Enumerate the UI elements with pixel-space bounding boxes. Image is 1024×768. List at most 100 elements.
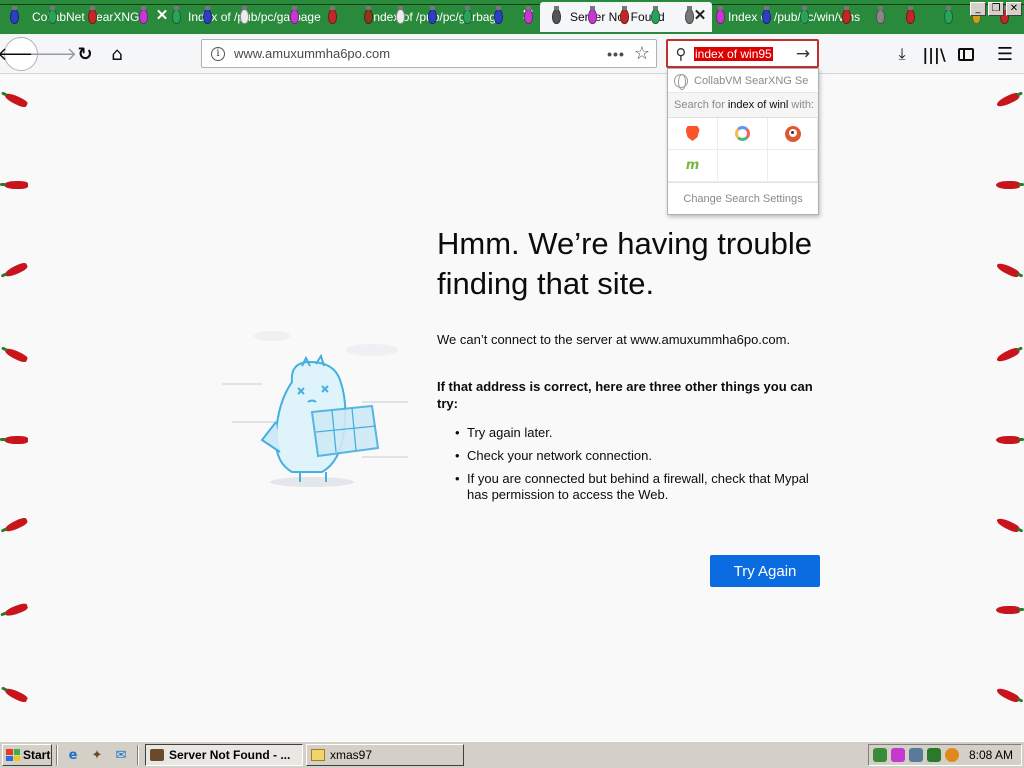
christmas-light-icon: [876, 6, 885, 24]
taskbar-item-label: Server Not Found - ...: [169, 748, 291, 762]
taskbar-item-server-not-found[interactable]: Server Not Found - ...: [145, 744, 303, 766]
clock: 8:08 AM: [968, 748, 1013, 762]
chili-pepper-icon: [996, 436, 1024, 444]
qwant-icon: [735, 126, 750, 141]
search-input[interactable]: index of win95: [694, 46, 773, 61]
christmas-light-icon: [240, 6, 249, 24]
close-tab-icon[interactable]: ✕: [692, 8, 708, 24]
close-tab-icon[interactable]: ✕: [154, 8, 170, 24]
error-description: We can’t connect to the server at www.am…: [437, 332, 791, 347]
search-suggestion-row[interactable]: CollabVM SearXNG Se: [668, 69, 818, 93]
chili-pepper-icon: [995, 91, 1021, 109]
search-icon[interactable]: ⚲: [668, 45, 694, 63]
system-tray: 8:08 AM: [868, 744, 1022, 766]
mojeek-search-button[interactable]: m: [668, 150, 718, 182]
chili-pepper-icon: [995, 346, 1021, 364]
window-controls: _ ❐ ✕: [970, 2, 1022, 16]
tab-strip: CollabNet SearXNG ✕ Index of /pub/pc/gar…: [0, 0, 1024, 34]
suggestion-list: Try again later. Check your network conn…: [455, 425, 830, 510]
christmas-light-icon: [762, 6, 771, 24]
search-go-icon[interactable]: →: [789, 44, 817, 64]
tab-index-garbage-2[interactable]: Index of /pub/pc/garbage ✕: [354, 2, 536, 32]
start-button[interactable]: Start: [2, 744, 52, 766]
christmas-light-icon: [685, 6, 694, 24]
chili-pepper-icon: [3, 91, 29, 109]
page-actions-icon[interactable]: •••: [604, 46, 628, 62]
qwant-search-button[interactable]: [718, 118, 768, 150]
chili-pepper-icon: [3, 516, 29, 534]
christmas-light-icon: [651, 6, 660, 24]
tray-holly-icon[interactable]: [927, 748, 941, 762]
windows-logo-icon: [6, 749, 20, 761]
christmas-light-icon: [716, 6, 725, 24]
chili-pepper-icon: [995, 261, 1021, 279]
duckduckgo-search-button[interactable]: [768, 118, 818, 150]
list-item: If you are connected but behind a firewa…: [455, 471, 830, 503]
christmas-light-icon: [203, 6, 212, 24]
url-bar[interactable]: i www.amuxummha6po.com ••• ☆: [201, 39, 657, 68]
url-input[interactable]: www.amuxummha6po.com: [234, 46, 604, 61]
sidebar-toggle-button[interactable]: [951, 39, 981, 69]
chili-pepper-icon: [3, 346, 29, 364]
tray-magnifier-icon[interactable]: [945, 748, 959, 762]
christmas-light-icon: [552, 6, 561, 24]
mojeek-icon: m: [685, 158, 700, 173]
chili-pepper-icon: [995, 516, 1021, 534]
close-window-button[interactable]: ✕: [1006, 2, 1022, 16]
christmas-light-icon: [906, 6, 915, 24]
reload-button[interactable]: ↻: [70, 39, 100, 69]
bookmark-star-icon[interactable]: ☆: [628, 43, 656, 64]
search-bar[interactable]: ⚲ index of win95 →: [666, 39, 819, 68]
list-item: Try again later.: [455, 425, 830, 441]
taskbar-item-xmas97[interactable]: xmas97: [306, 744, 464, 766]
chili-pepper-icon: [3, 602, 29, 618]
empty-engine-slot: [768, 150, 818, 182]
minimize-button[interactable]: _: [970, 2, 986, 16]
taskbar-item-label: xmas97: [330, 748, 373, 762]
tab-index-garbage-1[interactable]: Index of /pub/pc/garbage: [174, 2, 350, 32]
taskbar-divider: [56, 745, 58, 765]
library-icon[interactable]: |||\: [919, 39, 949, 69]
restore-button[interactable]: ❐: [988, 2, 1004, 16]
christmas-light-icon: [944, 6, 953, 24]
downloads-icon[interactable]: ⤓: [887, 39, 917, 69]
try-again-button[interactable]: Try Again: [710, 555, 820, 587]
chili-pepper-icon: [996, 181, 1024, 189]
browser-window-icon: [150, 749, 164, 761]
tab-label: CollabNet SearXNG: [32, 10, 140, 24]
forward-button[interactable]: 🡒: [29, 39, 77, 69]
brave-icon: [685, 126, 700, 141]
taskbar-divider: [137, 745, 139, 765]
tray-tree-icon[interactable]: [873, 748, 887, 762]
chili-pepper-icon: [3, 686, 29, 704]
christmas-light-icon: [463, 6, 472, 24]
christmas-light-icon: [396, 6, 405, 24]
search-suggestions-popup: CollabVM SearXNG Se Search for index of …: [667, 68, 819, 215]
error-title: Hmm. We’re having trouble finding that s…: [437, 226, 813, 301]
internet-explorer-icon[interactable]: e: [64, 746, 82, 764]
tray-ornament-icon[interactable]: [891, 748, 905, 762]
home-button[interactable]: ⌂: [102, 39, 132, 69]
christmas-light-icon: [620, 6, 629, 24]
windows-taskbar: Start e ✦ ✉ Server Not Found - ... xmas9…: [0, 741, 1024, 768]
change-search-settings-button[interactable]: Change Search Settings: [668, 183, 818, 216]
chili-pepper-icon: [0, 436, 28, 444]
chili-pepper-icon: [996, 606, 1024, 614]
christmas-light-icon: [428, 6, 437, 24]
search-for-label: Search for index of winl with:: [668, 93, 818, 117]
navigation-toolbar: 🡐 🡒 ↻ ⌂ i www.amuxummha6po.com ••• ☆ ⚲ i…: [0, 34, 1024, 74]
christmas-light-icon: [524, 6, 533, 24]
tray-network-icon[interactable]: [909, 748, 923, 762]
folder-icon: [311, 749, 325, 761]
browser-shortcut-icon[interactable]: ✦: [88, 746, 106, 764]
brave-search-button[interactable]: [668, 118, 718, 150]
christmas-light-icon: [328, 6, 337, 24]
duckduckgo-icon: [784, 125, 801, 142]
christmas-light-icon: [172, 6, 181, 24]
hamburger-menu-icon[interactable]: ☰: [990, 39, 1020, 69]
christmas-light-icon: [10, 6, 19, 24]
info-icon[interactable]: i: [211, 46, 225, 61]
error-subtitle: If that address is correct, here are thr…: [437, 379, 813, 411]
empty-engine-slot: [718, 150, 768, 182]
outlook-express-icon[interactable]: ✉: [112, 746, 130, 764]
